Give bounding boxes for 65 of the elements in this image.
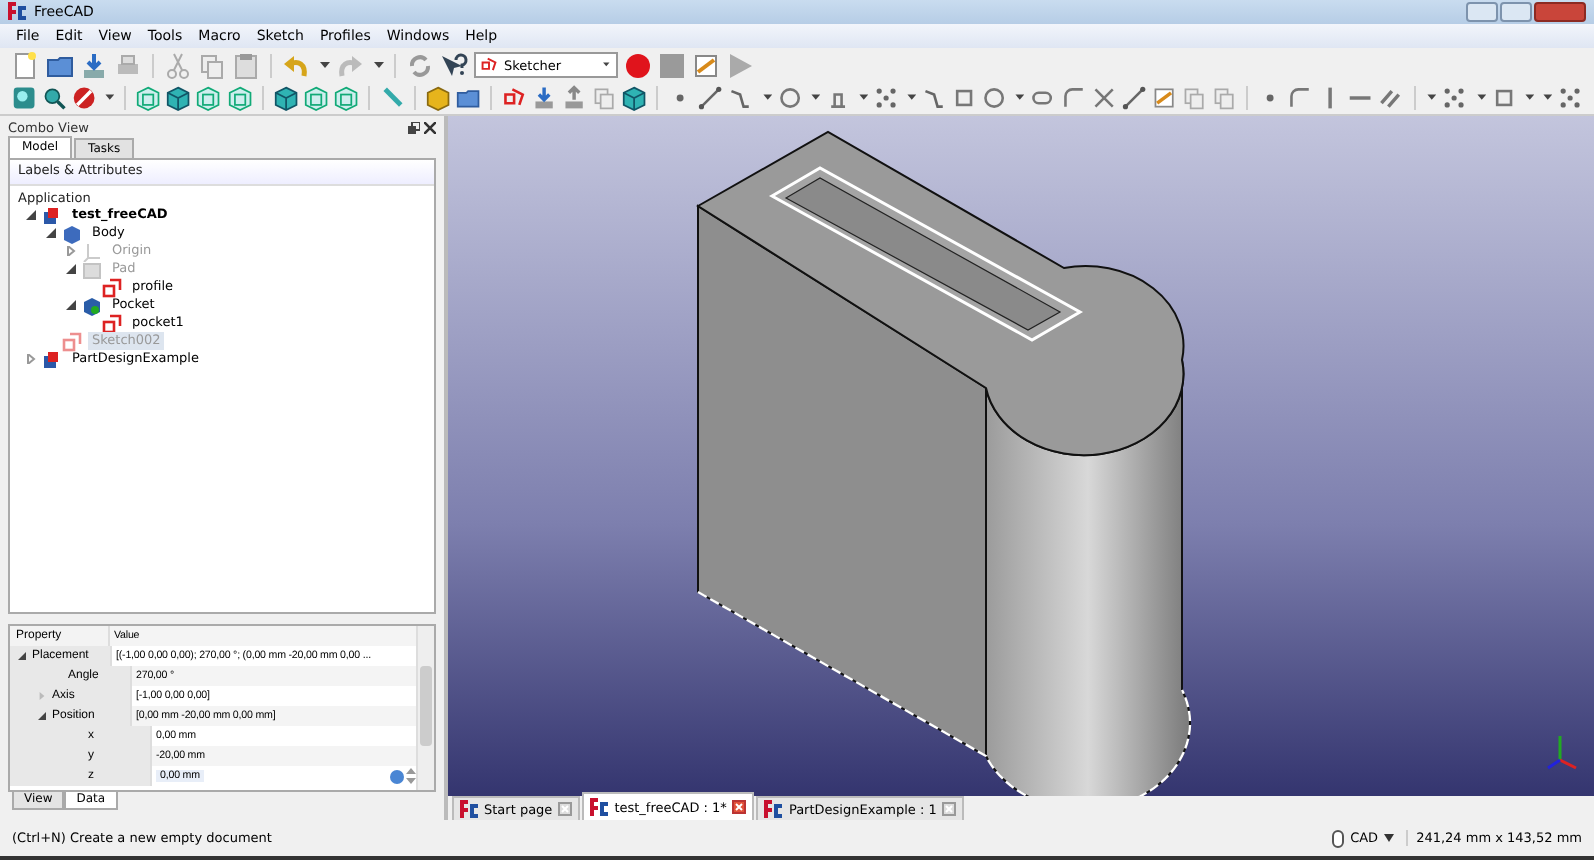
expanded-arrow-icon[interactable] <box>66 300 76 311</box>
line-icon[interactable] <box>1121 84 1146 113</box>
freecad-logo-icon <box>590 798 609 817</box>
freecad-logo-icon <box>460 800 478 819</box>
fit-all-icon[interactable] <box>12 84 37 113</box>
freecad-logo-icon <box>8 2 26 21</box>
expression-icon[interactable] <box>390 769 404 784</box>
expanded-arrow-icon[interactable] <box>18 652 26 661</box>
line-icon[interactable] <box>698 84 723 113</box>
sketch-icon <box>480 56 498 75</box>
trim-icon[interactable] <box>1091 84 1116 113</box>
folder-icon[interactable] <box>455 84 480 113</box>
circle-icon[interactable] <box>982 84 1007 113</box>
folder-icon[interactable] <box>46 51 74 80</box>
part-icon[interactable] <box>425 84 450 113</box>
import-icon[interactable] <box>531 84 556 113</box>
cube-view-icon[interactable] <box>622 84 647 113</box>
export-icon[interactable] <box>561 84 587 113</box>
stop-icon[interactable] <box>658 51 686 80</box>
points-icon[interactable] <box>873 84 898 113</box>
document-icon <box>42 349 62 370</box>
parallel-icon[interactable] <box>1378 84 1404 113</box>
fillet-icon[interactable] <box>1288 84 1313 113</box>
cube-view-icon[interactable] <box>273 84 298 113</box>
sketch-icon <box>102 277 122 298</box>
pad-icon <box>82 259 102 280</box>
scrollbar[interactable] <box>416 626 434 791</box>
close-icon[interactable] <box>424 121 436 134</box>
sketch-tool-icon[interactable] <box>1151 84 1176 113</box>
cube-view-icon[interactable] <box>166 84 191 113</box>
origin-icon <box>82 241 102 262</box>
expanded-arrow-icon[interactable] <box>46 228 56 239</box>
body-icon <box>62 223 82 244</box>
minimize-button[interactable] <box>1466 1 1498 22</box>
close-button[interactable] <box>1534 1 1586 22</box>
freecad-logo-icon <box>764 800 783 819</box>
caret-icon[interactable] <box>1384 834 1395 843</box>
collapsed-arrow-icon[interactable] <box>66 246 76 257</box>
sketch-icon <box>62 331 82 352</box>
record-icon[interactable] <box>624 51 652 80</box>
spin-arrows-icon[interactable] <box>406 768 416 785</box>
draw-style-icon[interactable] <box>72 84 97 113</box>
polyline-icon[interactable] <box>728 84 753 113</box>
save-icon[interactable] <box>80 51 108 80</box>
collapsed-arrow-icon[interactable] <box>26 354 36 365</box>
macro-edit-icon[interactable] <box>692 51 720 80</box>
document-icon <box>42 205 62 226</box>
pocket-icon <box>82 295 102 316</box>
points-icon[interactable] <box>1442 84 1468 113</box>
mouse-icon <box>1332 829 1345 848</box>
axis-indicator-icon <box>1547 736 1577 771</box>
close-icon[interactable] <box>732 800 747 815</box>
expanded-arrow-icon[interactable] <box>38 712 46 721</box>
undock-icon[interactable] <box>407 121 420 134</box>
points-icon[interactable] <box>1557 84 1582 113</box>
fillet-icon[interactable] <box>1061 84 1086 113</box>
whats-this-icon[interactable] <box>440 51 468 80</box>
maximize-button[interactable] <box>1500 1 1532 22</box>
zoom-icon[interactable] <box>42 84 67 113</box>
polyline-icon[interactable] <box>922 84 947 113</box>
expanded-arrow-icon[interactable] <box>26 210 36 221</box>
clipboard-icon[interactable] <box>232 51 260 80</box>
expanded-arrow-icon[interactable] <box>66 264 76 275</box>
circle-icon[interactable] <box>777 84 802 113</box>
sketch-icon <box>102 313 122 334</box>
